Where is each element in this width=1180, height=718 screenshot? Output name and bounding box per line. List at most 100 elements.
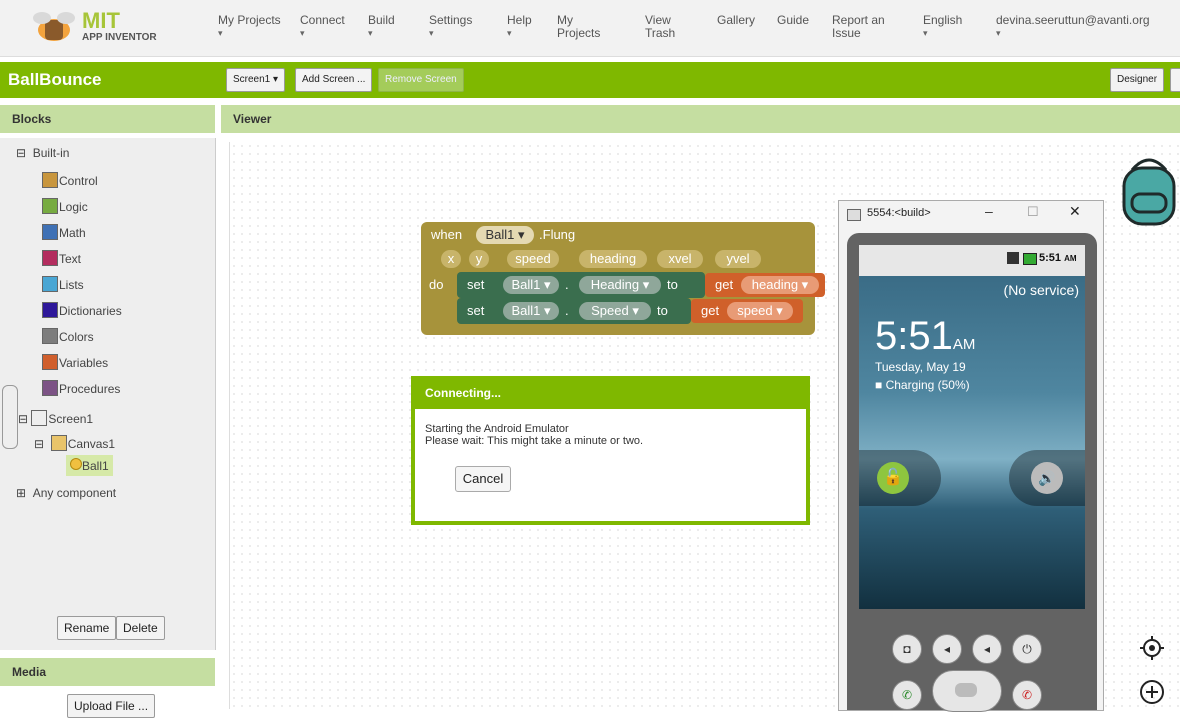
delete-button[interactable]: Delete bbox=[116, 616, 165, 640]
designer-button[interactable]: Designer bbox=[1110, 68, 1165, 92]
power-button[interactable]: ⏻ bbox=[1012, 634, 1042, 664]
expand-icon[interactable]: ⊞ bbox=[16, 486, 26, 500]
emulator-window: 5554:<build> – ☐ ✕ 5:51 AM (No service) … bbox=[838, 200, 1104, 712]
ball1-node[interactable]: Ball1 bbox=[66, 455, 113, 476]
set-speed-block[interactable]: set Ball1 ▾ . Speed ▾ to bbox=[457, 298, 691, 324]
any-component-node[interactable]: ⊞ Any component bbox=[16, 486, 116, 500]
collapse-icon[interactable]: ⊟ bbox=[34, 437, 44, 451]
charging-status: ■ Charging (50%) bbox=[875, 378, 970, 392]
blocks-category-control[interactable]: Control bbox=[42, 172, 98, 188]
category-label: Control bbox=[59, 174, 98, 188]
remove-screen-button[interactable]: Remove Screen bbox=[378, 68, 464, 92]
set-component-label: Ball1 bbox=[511, 303, 541, 318]
dialog-title: Connecting... bbox=[425, 386, 501, 400]
zoom-in-icon[interactable] bbox=[1138, 678, 1166, 706]
nav-item-label: View Trash bbox=[645, 13, 676, 40]
unlock-icon: 🔓 bbox=[877, 462, 909, 494]
call-button[interactable]: ✆ bbox=[892, 680, 922, 710]
blocks-category-math[interactable]: Math bbox=[42, 224, 86, 240]
center-target-icon[interactable] bbox=[1138, 634, 1166, 662]
category-color-swatch bbox=[42, 224, 58, 240]
blocks-category-text[interactable]: Text bbox=[42, 250, 81, 266]
speed-property-dropdown[interactable]: Speed ▾ bbox=[579, 302, 651, 320]
param-x[interactable]: x bbox=[441, 250, 461, 268]
chevron-down-icon: ▾ bbox=[923, 28, 928, 38]
heading-property-dropdown[interactable]: Heading ▾ bbox=[579, 276, 661, 294]
close-icon[interactable]: ✕ bbox=[1069, 203, 1081, 220]
end-call-button[interactable]: ✆ bbox=[1012, 680, 1042, 710]
category-label: Variables bbox=[59, 356, 109, 370]
panel-splitter-handle[interactable] bbox=[2, 385, 18, 449]
dpad[interactable] bbox=[932, 670, 1002, 712]
nav-item[interactable]: English ▾ bbox=[923, 14, 962, 40]
nav-item[interactable]: Build ▾ bbox=[368, 14, 395, 40]
rename-button[interactable]: Rename bbox=[57, 616, 117, 640]
set-keyword: set bbox=[467, 303, 485, 318]
dot-separator: . bbox=[565, 277, 569, 292]
nav-item[interactable]: My Projects bbox=[557, 14, 600, 40]
blocks-category-lists[interactable]: Lists bbox=[42, 276, 84, 292]
speed-var-dropdown[interactable]: speed ▾ bbox=[727, 302, 793, 320]
param-yvel[interactable]: yvel bbox=[715, 250, 761, 268]
dialog-line1: Starting the Android Emulator bbox=[425, 423, 569, 435]
volume-up-button[interactable]: ◂ bbox=[972, 634, 1002, 664]
param-speed[interactable]: speed bbox=[507, 250, 559, 268]
collapse-icon[interactable]: ⊟ bbox=[18, 412, 28, 426]
unlock-slider[interactable]: 🔓 bbox=[859, 450, 941, 506]
param-heading[interactable]: heading bbox=[579, 250, 647, 268]
camera-button[interactable]: ◘ bbox=[892, 634, 922, 664]
heading-var-dropdown[interactable]: heading ▾ bbox=[741, 276, 819, 294]
get-speed-block[interactable]: get speed ▾ bbox=[691, 299, 803, 323]
nav-item[interactable]: Guide bbox=[777, 14, 809, 27]
nav-item[interactable]: Report an Issue bbox=[832, 14, 885, 40]
nav-item[interactable]: My Projects ▾ bbox=[218, 14, 281, 40]
param-xvel[interactable]: xvel bbox=[657, 250, 703, 268]
dialog-line2: Please wait: This might take a minute or… bbox=[425, 435, 644, 447]
signal-icon bbox=[1007, 252, 1019, 264]
set-component-dropdown[interactable]: Ball1 ▾ bbox=[503, 302, 559, 320]
param-y[interactable]: y bbox=[469, 250, 489, 268]
app-inventor-logo[interactable]: MIT APP INVENTOR bbox=[30, 8, 160, 48]
nav-item[interactable]: Gallery bbox=[717, 14, 755, 27]
status-clock: 5:51 AM bbox=[1039, 252, 1077, 264]
add-screen-button[interactable]: Add Screen ... bbox=[295, 68, 373, 92]
category-label: Procedures bbox=[59, 382, 121, 396]
get-heading-block[interactable]: get heading ▾ bbox=[705, 273, 825, 297]
blocks-category-procedures[interactable]: Procedures bbox=[42, 380, 120, 396]
nav-item[interactable]: devina.seeruttun@avanti.org ▾ bbox=[996, 14, 1150, 40]
when-flung-event-block[interactable]: when Ball1 ▾ .Flung x y speed heading xv… bbox=[421, 222, 825, 335]
nav-item-label: Settings bbox=[429, 13, 473, 27]
blocks-category-logic[interactable]: Logic bbox=[42, 198, 88, 214]
upload-file-button[interactable]: Upload File ... bbox=[67, 694, 156, 718]
screen1-node[interactable]: ⊟ Screen1 bbox=[18, 410, 93, 426]
collapse-icon[interactable]: ⊟ bbox=[16, 146, 26, 160]
set-heading-block[interactable]: set Ball1 ▾ . Heading ▾ to bbox=[457, 272, 705, 298]
lock-screen[interactable]: (No service) 5:51AM Tuesday, May 19 ■ Ch… bbox=[859, 276, 1085, 609]
nav-item[interactable]: Connect ▾ bbox=[300, 14, 345, 40]
blocks-category-colors[interactable]: Colors bbox=[42, 328, 94, 344]
to-keyword: to bbox=[657, 303, 668, 318]
get-keyword: get bbox=[701, 303, 720, 318]
bee-logo-icon bbox=[33, 12, 75, 41]
maximize-icon[interactable]: ☐ bbox=[1027, 204, 1039, 220]
nav-item[interactable]: Help ▾ bbox=[507, 14, 532, 40]
screen-select-dropdown[interactable]: Screen1 ▾ bbox=[226, 68, 286, 92]
builtin-node[interactable]: ⊟ Built-in bbox=[16, 146, 69, 160]
backpack-icon[interactable] bbox=[1118, 150, 1180, 230]
dialog-body: Starting the Android Emulator Please wai… bbox=[415, 409, 806, 521]
blocks-category-dictionaries[interactable]: Dictionaries bbox=[42, 302, 122, 318]
minimize-icon[interactable]: – bbox=[985, 203, 993, 219]
volume-down-button[interactable]: ◂ bbox=[932, 634, 962, 664]
sound-slider[interactable]: 🔊 bbox=[1009, 450, 1085, 506]
component-dropdown[interactable]: Ball1 ▾ bbox=[476, 226, 534, 244]
category-color-swatch bbox=[42, 328, 58, 344]
set-component-dropdown[interactable]: Ball1 ▾ bbox=[503, 276, 559, 294]
nav-item[interactable]: View Trash bbox=[645, 14, 675, 40]
nav-item[interactable]: Settings ▾ bbox=[429, 14, 472, 40]
cancel-button[interactable]: Cancel bbox=[455, 466, 511, 492]
blocks-button[interactable] bbox=[1170, 68, 1180, 92]
blocks-category-variables[interactable]: Variables bbox=[42, 354, 108, 370]
dpad-center[interactable] bbox=[955, 683, 977, 697]
canvas1-node[interactable]: ⊟ Canvas1 bbox=[34, 435, 115, 451]
category-color-swatch bbox=[42, 276, 58, 292]
